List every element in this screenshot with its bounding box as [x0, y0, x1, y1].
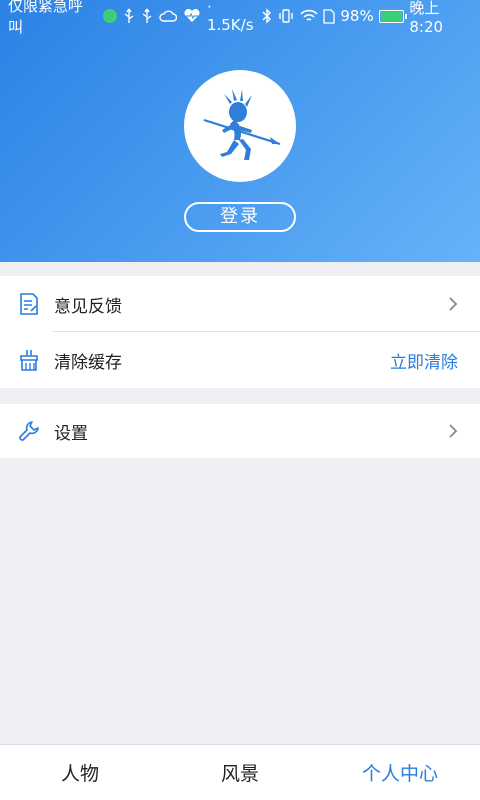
menu-card-primary: 意见反馈 清除缓存 立即清除 [0, 276, 480, 388]
usb-icon [141, 8, 153, 24]
status-bar: 仅限紧急呼叫 · 1.5K/s 98% 晚上8:20 [0, 0, 480, 36]
vibrate-icon [277, 9, 295, 23]
menu-card-settings: 设置 [0, 404, 480, 458]
feedback-icon [18, 293, 40, 315]
avatar[interactable] [184, 70, 296, 182]
chevron-right-icon [449, 297, 458, 311]
bluetooth-icon [262, 8, 272, 24]
sim-card-icon [323, 8, 336, 24]
usb-icon [123, 8, 135, 24]
tab-personal-center[interactable]: 个人中心 [320, 759, 480, 786]
carrier-text: 仅限紧急呼叫 [8, 0, 84, 36]
menu-item-settings[interactable]: 设置 [0, 404, 480, 458]
menu-item-label: 意见反馈 [54, 296, 122, 317]
chevron-right-icon [449, 424, 458, 438]
profile-header: 仅限紧急呼叫 · 1.5K/s 98% 晚上8:20 登录 [0, 0, 480, 262]
clock-time: 晚上8:20 [409, 0, 444, 36]
menu-item-feedback[interactable]: 意见反馈 [0, 276, 480, 332]
clear-now-button[interactable]: 立即清除 [390, 348, 458, 373]
tab-scenery[interactable]: 风景 [160, 759, 320, 786]
heart-rate-icon [183, 9, 201, 23]
bottom-tab-bar: 人物 风景 个人中心 [0, 744, 480, 800]
battery-icon [378, 9, 407, 23]
cloud-icon [159, 9, 177, 23]
tab-people[interactable]: 人物 [0, 759, 160, 786]
wrench-icon [18, 420, 40, 442]
menu-item-label: 设置 [54, 423, 88, 444]
battery-percent: 98% [340, 7, 374, 25]
network-speed-text: · 1.5K/s [206, 0, 254, 34]
menu-item-label: 清除缓存 [54, 352, 122, 373]
menu-item-clear-cache: 清除缓存 立即清除 [0, 332, 480, 388]
kokopelli-logo-icon [203, 89, 281, 160]
broom-icon [18, 349, 40, 371]
app-notification-icon [102, 9, 117, 23]
login-button[interactable]: 登录 [184, 202, 296, 232]
wifi-icon [300, 9, 318, 23]
